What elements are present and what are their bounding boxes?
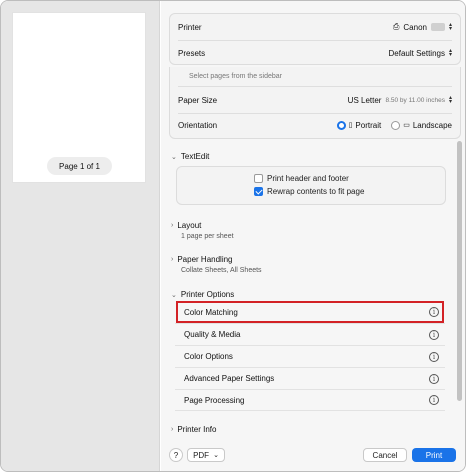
printer-info-title: Printer Info [177, 425, 217, 434]
paper-size-stepper-icon: ▴ ▾ [448, 95, 452, 105]
cancel-label: Cancel [372, 450, 398, 460]
landscape-icon: ▭ [403, 122, 410, 129]
page-indicator: Page 1 of 1 [47, 157, 112, 175]
color-options-item[interactable]: Color Options i [175, 345, 445, 367]
print-header-footer-label: Print header and footer [267, 174, 349, 183]
printer-select[interactable]: ⎙ Canon ▴ ▾ [393, 22, 452, 32]
redacted-name [430, 23, 445, 31]
textedit-title: TextEdit [180, 152, 210, 161]
textedit-panel: Print header and footer Rewrap contents … [176, 166, 446, 205]
page-processing-label: Page Processing [184, 395, 245, 405]
preview-sidebar: Page 1 of 1 [1, 1, 160, 471]
printer-options-header[interactable]: ⌄ Printer Options [171, 290, 234, 299]
rewrap-label: Rewrap contents to fit page [267, 187, 365, 196]
presets-label: Presets [178, 48, 206, 58]
chevron-down-icon: ⌄ [171, 291, 177, 299]
printer-stepper-icon: ▴ ▾ [448, 22, 452, 32]
cancel-button[interactable]: Cancel [363, 448, 407, 462]
paper-size-value: US Letter [347, 95, 382, 105]
pdf-label: PDF [193, 450, 210, 460]
page-indicator-label: Page 1 of 1 [59, 161, 100, 171]
portrait-icon: ▯ [348, 122, 353, 129]
presets-stepper-icon: ▴ ▾ [448, 48, 452, 58]
orientation-options: ▯ Portrait ▭ Landscape [336, 120, 452, 130]
presets-row[interactable]: Presets Default Settings ▴ ▾ [170, 40, 460, 66]
orientation-label: Orientation [178, 120, 218, 130]
print-header-footer-option[interactable]: Print header and footer [254, 174, 349, 183]
paper-size-dims: 8.50 by 11.00 inches [385, 96, 445, 104]
chevron-down-icon: ⌄ [213, 452, 219, 459]
chevron-right-icon: › [171, 256, 174, 263]
paper-size-row[interactable]: Paper Size US Letter 8.50 by 11.00 inche… [170, 89, 460, 111]
printer-icon: ⎙ [393, 22, 400, 31]
layout-summary: 1 page per sheet [181, 233, 234, 240]
advanced-paper-settings-label: Advanced Paper Settings [184, 374, 275, 383]
layout-title: Layout [177, 221, 202, 230]
scrollbar[interactable] [457, 141, 462, 401]
page-processing-item[interactable]: Page Processing i [175, 389, 445, 411]
paper-panel: Select pages from the sidebar Paper Size… [169, 67, 461, 139]
landscape-radio[interactable] [391, 120, 401, 130]
chevron-down-icon: ⌄ [171, 153, 177, 161]
pdf-menu-button[interactable]: PDF ⌄ [187, 448, 225, 462]
printer-label: Printer [178, 22, 202, 32]
quality-media-item[interactable]: Quality & Media i [175, 323, 445, 345]
chevron-right-icon: › [171, 222, 174, 229]
color-options-label: Color Options [184, 352, 233, 361]
presets-value: Default Settings [388, 48, 445, 58]
paper-handling-header[interactable]: › Paper Handling [171, 255, 233, 264]
help-button[interactable]: ? [169, 448, 183, 462]
printer-options-title: Printer Options [180, 290, 235, 299]
orientation-row: Orientation ▯ Portrait ▭ Landscape [170, 114, 460, 136]
print-label: Print [425, 450, 443, 460]
landscape-label: Landscape [412, 120, 452, 130]
paper-size-label: Paper Size [178, 95, 218, 105]
paper-handling-title: Paper Handling [177, 255, 233, 264]
printer-presets-panel: Printer ⎙ Canon ▴ ▾ Presets Default Setti… [169, 13, 461, 65]
print-button[interactable]: Print [412, 448, 456, 462]
printer-value: Canon [403, 22, 427, 32]
settings-pane: Printer ⎙ Canon ▴ ▾ Presets Default Setti… [161, 1, 465, 471]
info-icon[interactable]: i [429, 395, 439, 405]
print-dialog: Page 1 of 1 Printer ⎙ Canon ▴ ▾ Presets D… [0, 0, 466, 472]
rewrap-option[interactable]: Rewrap contents to fit page [254, 187, 364, 196]
printer-row[interactable]: Printer ⎙ Canon ▴ ▾ [170, 14, 460, 40]
print-header-footer-checkbox[interactable] [254, 174, 263, 183]
paper-size-select[interactable]: US Letter 8.50 by 11.00 inches ▴ ▾ [347, 95, 452, 105]
info-icon[interactable]: i [429, 351, 439, 362]
textedit-header[interactable]: ⌄ TextEdit [171, 152, 209, 161]
highlight-box [176, 301, 444, 323]
info-icon[interactable]: i [429, 373, 439, 384]
presets-select[interactable]: Default Settings ▴ ▾ [388, 48, 453, 58]
rewrap-checkbox[interactable] [254, 187, 263, 196]
chevron-right-icon: › [171, 426, 174, 433]
layout-header[interactable]: › Layout [171, 221, 201, 230]
divider [178, 86, 452, 87]
help-label: ? [173, 450, 179, 460]
info-icon[interactable]: i [429, 329, 439, 340]
advanced-paper-settings-item[interactable]: Advanced Paper Settings i [175, 367, 445, 389]
paper-handling-summary: Collate Sheets, All Sheets [181, 267, 262, 274]
printer-info-header[interactable]: › Printer Info [171, 425, 216, 434]
portrait-radio[interactable] [336, 120, 346, 130]
portrait-label: Portrait [355, 120, 382, 130]
select-pages-hint: Select pages from the sidebar [189, 73, 282, 80]
quality-media-label: Quality & Media [184, 330, 241, 339]
